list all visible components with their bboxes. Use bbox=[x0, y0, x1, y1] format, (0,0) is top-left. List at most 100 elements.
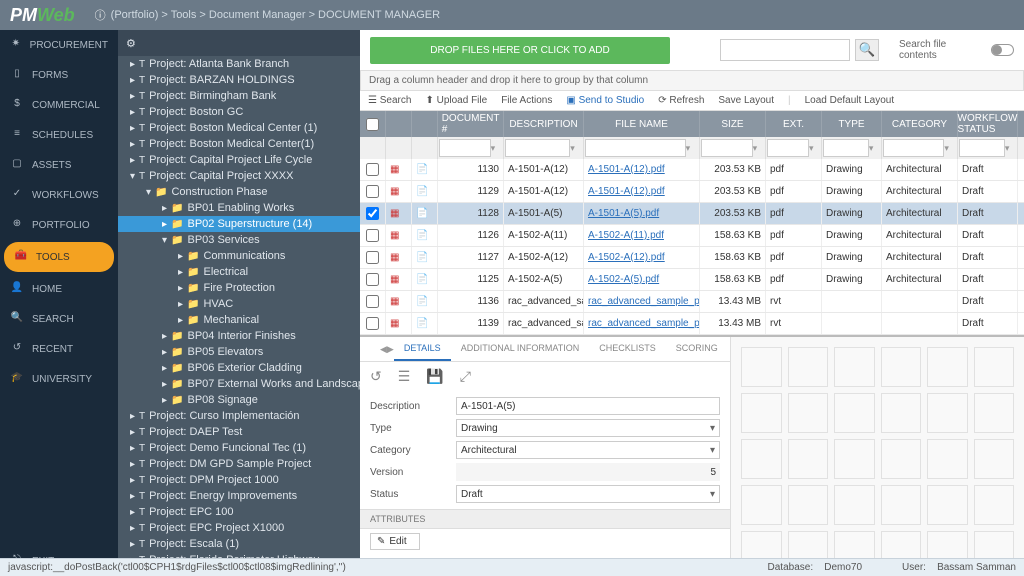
redline-icon[interactable]: ▦ bbox=[390, 318, 399, 329]
filter-type[interactable] bbox=[823, 139, 869, 157]
redline-icon[interactable]: ▦ bbox=[390, 252, 399, 263]
tree-item[interactable]: ▸TProject: Demo Funcional Tec (1) bbox=[118, 440, 360, 456]
tree-settings-icon[interactable]: ⚙ bbox=[126, 37, 136, 50]
tree-folder[interactable]: ▸📁Electrical bbox=[118, 264, 360, 280]
row-checkbox[interactable] bbox=[366, 295, 379, 308]
nav-portfolio[interactable]: ⊕PORTFOLIO bbox=[0, 210, 118, 240]
filter-icon[interactable]: ▾ bbox=[491, 143, 502, 154]
tree-caret-icon[interactable]: ▸ bbox=[162, 203, 167, 214]
tree-caret-icon[interactable]: ▸ bbox=[130, 507, 135, 518]
table-row[interactable]: ▦📄1136rac_advanced_sample_prac_advanced_… bbox=[360, 291, 1024, 313]
tree-folder[interactable]: ▸📁BP01 Enabling Works bbox=[118, 200, 360, 216]
file-icon[interactable]: 📄 bbox=[416, 274, 428, 285]
filename-link[interactable]: A-1502-A(12).pdf bbox=[588, 252, 665, 263]
tree-item[interactable]: ▸TProject: EPC 100 bbox=[118, 504, 360, 520]
toolbar-search[interactable]: ☰ Search bbox=[368, 95, 411, 106]
col-category[interactable]: CATEGORY bbox=[882, 111, 958, 137]
tree-item[interactable]: ▸TProject: DM GPD Sample Project bbox=[118, 456, 360, 472]
tree-caret-icon[interactable]: ▸ bbox=[130, 523, 135, 534]
group-bar[interactable]: Drag a column header and drop it here to… bbox=[360, 70, 1024, 91]
tree-item[interactable]: ▸TProject: Capital Project Life Cycle bbox=[118, 152, 360, 168]
row-checkbox[interactable] bbox=[366, 163, 379, 176]
tree-caret-icon[interactable]: ▸ bbox=[130, 411, 135, 422]
attributes-edit-button[interactable]: ✎Edit bbox=[370, 533, 420, 550]
table-row[interactable]: ▦📄1139rac_advanced_sample_prac_advanced_… bbox=[360, 313, 1024, 335]
redline-icon[interactable]: ▦ bbox=[390, 296, 399, 307]
tree-item[interactable]: ▸TProject: Birmingham Bank bbox=[118, 88, 360, 104]
tree-caret-icon[interactable]: ▸ bbox=[162, 363, 167, 374]
redline-icon[interactable]: ▦ bbox=[390, 208, 399, 219]
open-external-icon[interactable]: ⤢ bbox=[460, 368, 471, 385]
nav-workflows[interactable]: ✓WORKFLOWS bbox=[0, 180, 118, 210]
tab-scoring[interactable]: SCORING bbox=[666, 337, 728, 361]
tree-item[interactable]: ▸TProject: Boston Medical Center (1) bbox=[118, 120, 360, 136]
table-row[interactable]: ▦📄1126A-1502-A(11)A-1502-A(11).pdf158.63… bbox=[360, 225, 1024, 247]
toolbar-upload[interactable]: ⬆ Upload File bbox=[425, 95, 487, 106]
tab-checklists[interactable]: CHECKLISTS bbox=[589, 337, 666, 361]
col-filename[interactable]: FILE NAME bbox=[584, 111, 700, 137]
tree-item[interactable]: ▸TProject: Atlanta Bank Branch bbox=[118, 56, 360, 72]
toolbar-file-actions[interactable]: File Actions bbox=[501, 95, 552, 106]
tree-caret-icon[interactable]: ▸ bbox=[130, 459, 135, 470]
nav-procurement[interactable]: ✷PROCUREMENT bbox=[0, 30, 118, 60]
description-field[interactable]: A-1501-A(5) bbox=[456, 397, 720, 415]
type-dropdown[interactable]: Drawing bbox=[456, 419, 720, 437]
nav-commercial[interactable]: $COMMERCIAL bbox=[0, 90, 118, 120]
filter-icon[interactable]: ▾ bbox=[570, 143, 582, 154]
filter-icon[interactable]: ▾ bbox=[686, 143, 698, 154]
tab-details[interactable]: DETAILS bbox=[394, 337, 451, 361]
col-ext[interactable]: EXT. bbox=[766, 111, 822, 137]
tree-caret-icon[interactable]: ▸ bbox=[130, 475, 135, 486]
tree-item[interactable]: ▾TProject: Capital Project XXXX bbox=[118, 168, 360, 184]
filter-description[interactable] bbox=[505, 139, 570, 157]
row-checkbox[interactable] bbox=[366, 251, 379, 264]
table-row[interactable]: ▦📄1130A-1501-A(12)A-1501-A(12).pdf203.53… bbox=[360, 159, 1024, 181]
document-preview[interactable] bbox=[730, 337, 1024, 576]
redline-icon[interactable]: ▦ bbox=[390, 164, 399, 175]
tree-caret-icon[interactable]: ▸ bbox=[162, 395, 167, 406]
tree-folder[interactable]: ▾📁Construction Phase bbox=[118, 184, 360, 200]
tree-folder[interactable]: ▸📁Mechanical bbox=[118, 312, 360, 328]
file-icon[interactable]: 📄 bbox=[416, 230, 428, 241]
table-row[interactable]: ▦📄1125A-1502-A(5)A-1502-A(5).pdf158.63 K… bbox=[360, 269, 1024, 291]
tree-item[interactable]: ▸TProject: DPM Project 1000 bbox=[118, 472, 360, 488]
list-icon[interactable]: ☰ bbox=[398, 368, 411, 385]
nav-recent[interactable]: ↺RECENT bbox=[0, 334, 118, 364]
file-icon[interactable]: 📄 bbox=[416, 252, 428, 263]
col-type[interactable]: TYPE bbox=[822, 111, 882, 137]
nav-home[interactable]: 👤HOME bbox=[0, 274, 118, 304]
tree-item[interactable]: ▸TProject: DAEP Test bbox=[118, 424, 360, 440]
tree-folder[interactable]: ▸📁Fire Protection bbox=[118, 280, 360, 296]
nav-assets[interactable]: ▢ASSETS bbox=[0, 150, 118, 180]
row-checkbox[interactable] bbox=[366, 207, 379, 220]
toolbar-send-studio[interactable]: ▣ Send to Studio bbox=[566, 95, 644, 106]
filename-link[interactable]: A-1501-A(12).pdf bbox=[588, 164, 665, 175]
filter-icon[interactable]: ▾ bbox=[944, 143, 956, 154]
tree-item[interactable]: ▸TProject: Curso Implementación bbox=[118, 408, 360, 424]
tree-caret-icon[interactable]: ▸ bbox=[130, 539, 135, 550]
search-input[interactable] bbox=[720, 39, 850, 61]
info-icon[interactable]: ⓘ bbox=[95, 7, 106, 23]
filter-icon[interactable]: ▾ bbox=[809, 143, 820, 154]
tree-folder[interactable]: ▸📁BP08 Signage bbox=[118, 392, 360, 408]
filter-icon[interactable]: ▾ bbox=[869, 143, 880, 154]
tree-folder[interactable]: ▸📁BP02 Superstructure (14) bbox=[118, 216, 360, 232]
toolbar-refresh[interactable]: ⟳ Refresh bbox=[658, 95, 704, 106]
col-size[interactable]: SIZE bbox=[700, 111, 766, 137]
tree-caret-icon[interactable]: ▸ bbox=[178, 299, 183, 310]
tree-caret-icon[interactable]: ▸ bbox=[130, 427, 135, 438]
tab-next-icon[interactable]: ▶ bbox=[387, 337, 394, 361]
tree-caret-icon[interactable]: ▸ bbox=[178, 283, 183, 294]
row-checkbox[interactable] bbox=[366, 229, 379, 242]
tree-caret-icon[interactable]: ▸ bbox=[130, 123, 135, 134]
table-row[interactable]: ▦📄1128A-1501-A(5)A-1501-A(5).pdf203.53 K… bbox=[360, 203, 1024, 225]
tree-caret-icon[interactable]: ▸ bbox=[130, 59, 135, 70]
filter-document[interactable] bbox=[439, 139, 491, 157]
tree-caret-icon[interactable]: ▸ bbox=[130, 107, 135, 118]
col-description[interactable]: DESCRIPTION bbox=[504, 111, 584, 137]
tree-item[interactable]: ▸TProject: Boston GC bbox=[118, 104, 360, 120]
row-checkbox[interactable] bbox=[366, 185, 379, 198]
file-icon[interactable]: 📄 bbox=[416, 208, 428, 219]
file-icon[interactable]: 📄 bbox=[416, 318, 428, 329]
nav-tools[interactable]: 🧰TOOLS bbox=[4, 242, 114, 272]
